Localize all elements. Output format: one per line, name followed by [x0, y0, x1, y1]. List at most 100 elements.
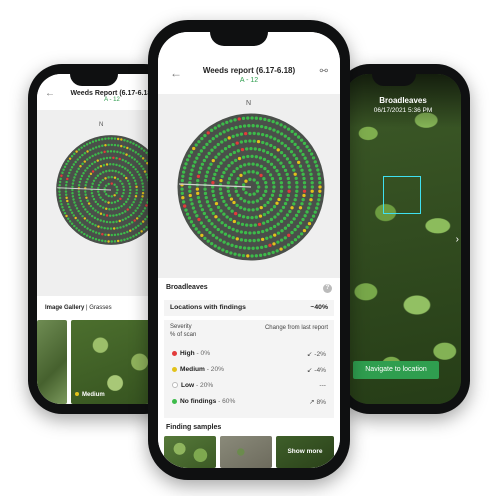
- finding-dot: [303, 185, 307, 189]
- finding-dot: [300, 232, 304, 236]
- finding-dot: [88, 141, 92, 145]
- finding-dot: [104, 239, 107, 243]
- navigate-to-location-button[interactable]: Navigate to location: [353, 361, 439, 379]
- finding-dot: [199, 149, 204, 153]
- finding-dot: [229, 119, 233, 123]
- finding-dot: [214, 155, 218, 159]
- finding-dot: [278, 193, 283, 198]
- finding-dot: [180, 191, 184, 196]
- tab-grasses[interactable]: Grasses: [89, 305, 111, 311]
- finding-dot: [72, 214, 76, 217]
- finding-dot: [134, 168, 137, 171]
- finding-dot: [283, 125, 287, 129]
- share-icon[interactable]: ⚯: [320, 66, 328, 77]
- finding-dot: [298, 149, 303, 153]
- back-arrow-icon[interactable]: ←: [170, 66, 182, 80]
- finding-dot: [140, 165, 143, 168]
- finding-dot: [307, 221, 312, 226]
- finding-dot: [123, 145, 126, 149]
- finding-dot: [294, 213, 299, 218]
- finding-dot: [90, 191, 94, 195]
- finding-dot: [134, 151, 138, 154]
- info-icon[interactable]: ?: [323, 284, 332, 293]
- finding-dot: [310, 193, 314, 198]
- finding-dot: [268, 197, 273, 201]
- gallery-thumbnail[interactable]: [37, 320, 67, 404]
- finding-dot: [74, 204, 77, 207]
- finding-dot: [111, 169, 114, 172]
- finding-dot: [188, 176, 192, 181]
- finding-dot: [296, 235, 301, 239]
- finding-dot: [305, 225, 309, 229]
- finding-dot: [183, 166, 187, 170]
- finding-dot: [82, 171, 85, 175]
- finding-dot: [295, 189, 299, 193]
- low-dot: [172, 382, 178, 389]
- finding-dot: [104, 200, 107, 203]
- finding-dot: [283, 201, 288, 206]
- finding-dot: [128, 154, 131, 158]
- finding-dot: [273, 233, 277, 237]
- finding-dot: [64, 193, 68, 196]
- finding-dot: [132, 176, 135, 180]
- finding-dot: [292, 168, 296, 172]
- finding-dot: [255, 181, 260, 185]
- finding-dot: [195, 156, 199, 160]
- finding-dot: [105, 156, 109, 160]
- finding-dot: [298, 164, 303, 168]
- finding-dot: [180, 178, 184, 183]
- finding-dot: [85, 180, 88, 184]
- sample-thumbnail[interactable]: [164, 436, 216, 468]
- back-arrow-icon[interactable]: ←: [45, 88, 55, 99]
- finding-dot: [242, 199, 247, 203]
- finding-dot: [298, 221, 303, 225]
- finding-dot: [205, 170, 210, 174]
- right-phone: Broadleaves 06/17/2021 5:36 PM › Navigat…: [336, 64, 470, 414]
- finding-dot: [206, 239, 210, 243]
- finding-dot: [289, 220, 294, 224]
- finding-dot: [276, 130, 280, 134]
- finding-dot: [89, 204, 93, 208]
- finding-dot: [86, 199, 89, 202]
- chevron-right-icon[interactable]: ›: [456, 234, 459, 245]
- finding-dot: [188, 193, 192, 198]
- finding-dot: [138, 204, 141, 207]
- finding-dot: [290, 206, 294, 210]
- finding-dot: [76, 219, 79, 222]
- finding-dot: [80, 202, 84, 206]
- finding-dot: [265, 134, 269, 138]
- field-map[interactable]: [176, 112, 326, 262]
- finding-dot: [302, 181, 307, 185]
- finding-dot: [302, 189, 307, 193]
- finding-dot: [218, 187, 223, 191]
- finding-dot: [126, 237, 129, 241]
- finding-dot: [61, 171, 64, 174]
- finding-dot: [133, 219, 136, 222]
- finding-dot: [222, 240, 226, 244]
- finding-dot: [309, 152, 314, 156]
- finding-dot: [119, 226, 122, 229]
- finding-dot: [228, 152, 233, 157]
- show-more-link[interactable]: Show more: [276, 448, 334, 455]
- finding-dot: [286, 176, 291, 181]
- finding-dot: [286, 223, 291, 227]
- finding-dot: [226, 189, 231, 193]
- sample-thumbnail[interactable]: [220, 436, 272, 468]
- finding-dot: [129, 148, 132, 151]
- finding-dot: [257, 222, 262, 227]
- finding-dot: [223, 138, 228, 142]
- finding-dot: [247, 200, 251, 204]
- finding-dot: [239, 238, 244, 242]
- finding-dot: [83, 217, 87, 220]
- finding-dot: [248, 177, 252, 182]
- finding-dot: [204, 215, 209, 219]
- finding-dot: [104, 193, 108, 196]
- finding-dot: [249, 147, 253, 151]
- finding-dot: [275, 201, 279, 205]
- finding-dot: [71, 191, 74, 195]
- finding-dot: [235, 166, 239, 171]
- finding-dot: [293, 172, 297, 176]
- finding-dot: [256, 132, 261, 136]
- finding-dot: [122, 225, 125, 228]
- show-more-thumbnail[interactable]: Show more: [276, 436, 334, 468]
